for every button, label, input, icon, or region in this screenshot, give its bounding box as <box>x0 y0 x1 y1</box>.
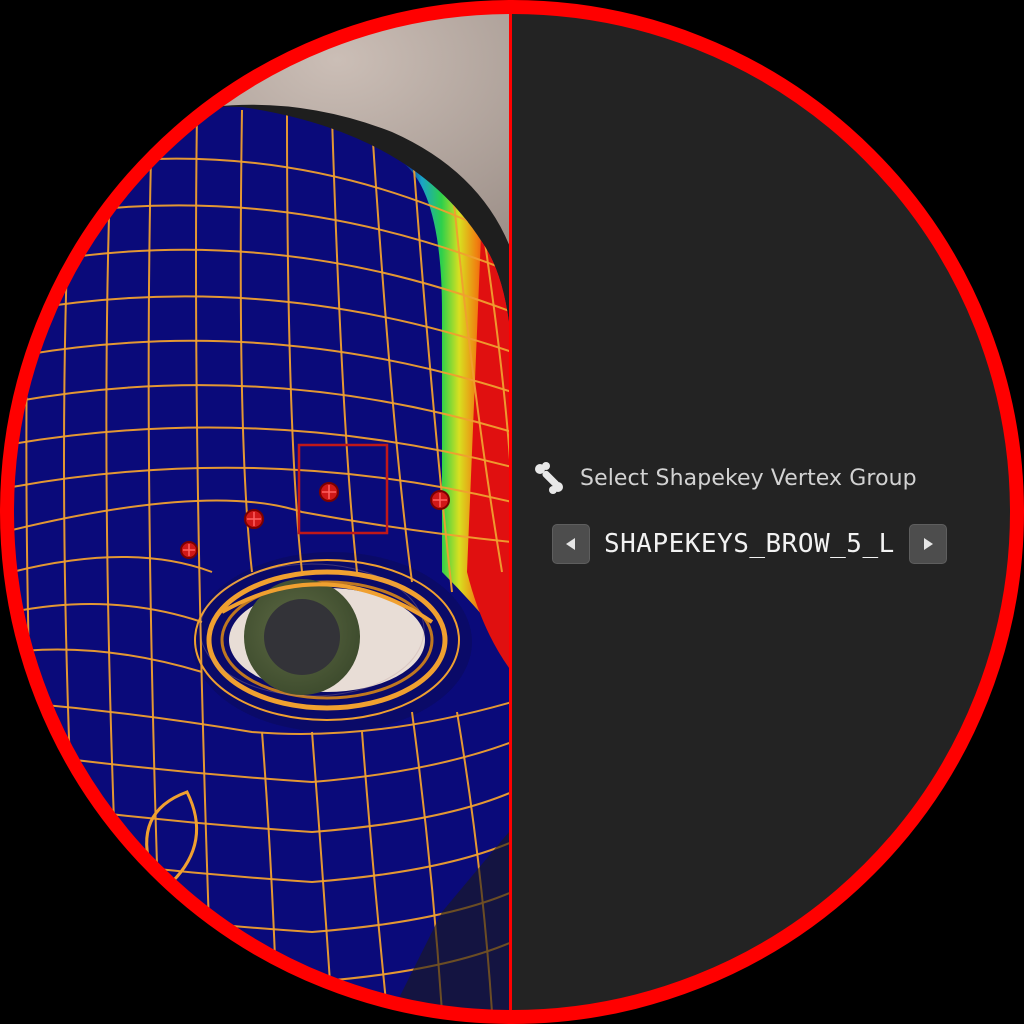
vertex-group-selector: SHAPEKEYS_BROW_5_L <box>552 522 947 566</box>
3d-viewport[interactable] <box>12 12 524 1012</box>
triangle-right-icon <box>923 538 933 550</box>
triangle-left-icon <box>566 538 575 550</box>
panel-header: Select Shapekey Vertex Group <box>532 460 917 496</box>
panel-title: Select Shapekey Vertex Group <box>580 465 917 491</box>
previous-group-button[interactable] <box>552 524 590 564</box>
magnifier-view: Select Shapekey Vertex Group SHAPEKEYS_B… <box>0 0 1024 1024</box>
weight-paint-mesh <box>12 12 524 1012</box>
vertex-group-name: SHAPEKEYS_BROW_5_L <box>604 529 895 559</box>
bone-icon <box>532 461 566 495</box>
next-group-button[interactable] <box>908 524 947 564</box>
magnifier-lens: Select Shapekey Vertex Group SHAPEKEYS_B… <box>12 12 1012 1012</box>
shapekey-panel: Select Shapekey Vertex Group SHAPEKEYS_B… <box>512 12 1012 1012</box>
